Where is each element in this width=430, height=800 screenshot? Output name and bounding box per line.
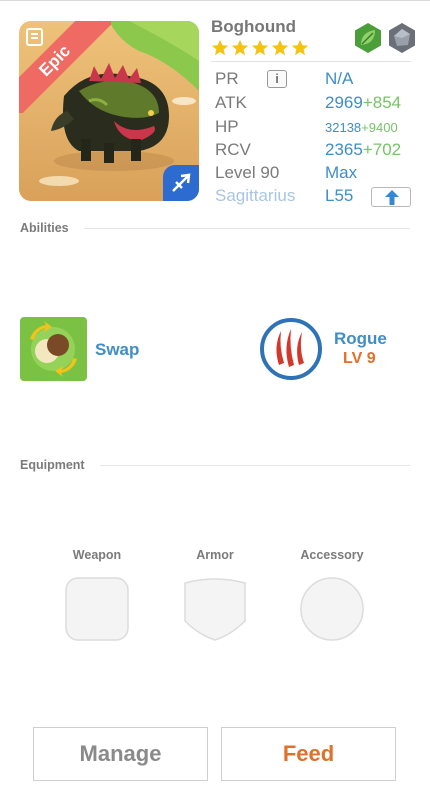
stat-value-atk: 2969+854	[325, 93, 401, 113]
stat-value-level: Max	[325, 163, 358, 182]
trait-button[interactable]	[259, 317, 323, 381]
stat-label-rcv: RCV	[215, 140, 251, 159]
star-icon	[291, 39, 309, 56]
stone-element-icon	[389, 23, 415, 53]
star-icon	[231, 39, 249, 56]
stat-row-level: Level 90 Max	[215, 163, 415, 186]
armor-slot-label: Armor	[196, 548, 234, 562]
zodiac-label[interactable]: Sagittarius	[215, 186, 295, 206]
rarity-badge: Epic	[19, 21, 111, 113]
stat-row-pr: PR i N/A	[215, 69, 415, 92]
weapon-slot-icon[interactable]	[65, 577, 129, 641]
manage-button[interactable]: Manage	[33, 727, 208, 781]
rcv-bonus: +702	[362, 140, 402, 159]
abilities-title: Abilities	[20, 221, 69, 235]
swap-icon	[20, 317, 87, 381]
weapon-slot-label: Weapon	[72, 548, 122, 562]
atk-base: 2969	[325, 93, 363, 112]
star-icon	[271, 39, 289, 56]
star-icon	[251, 39, 269, 56]
atk-bonus: +854	[362, 93, 402, 112]
stat-row-rcv: RCV 2365+702	[215, 140, 415, 163]
monster-name: Boghound	[211, 17, 296, 36]
up-arrow-icon	[385, 190, 399, 205]
stat-label-level: Level 90	[215, 163, 280, 182]
stat-label-atk: ATK	[215, 93, 247, 112]
equipment-divider	[100, 465, 410, 466]
armor-slot-icon[interactable]	[183, 577, 247, 641]
zodiac-upgrade-button[interactable]	[371, 187, 411, 207]
claw-icon	[260, 318, 322, 380]
stat-label-hp: HP	[215, 117, 239, 136]
abilities-divider	[84, 228, 410, 229]
equipment-title: Equipment	[20, 458, 85, 472]
accessory-slot-icon[interactable]	[300, 577, 364, 641]
hp-base: 32138	[325, 120, 362, 135]
leaf-element-icon	[355, 23, 381, 53]
star-rating	[211, 39, 309, 57]
stat-row-zodiac: Sagittarius L55	[215, 186, 415, 209]
stat-value-pr: N/A	[325, 69, 354, 88]
sagittarius-icon	[172, 173, 191, 192]
zodiac-level: L55	[325, 186, 354, 205]
info-button[interactable]: i	[267, 70, 287, 88]
accessory-slot-label: Accessory	[300, 548, 364, 562]
skill-name[interactable]: Swap	[95, 340, 139, 360]
stat-row-hp: HP 32138+9400	[215, 117, 415, 140]
stat-value-hp: 32138+9400	[325, 120, 398, 135]
trait-name[interactable]: Rogue	[334, 329, 387, 349]
skill-button[interactable]	[20, 317, 87, 381]
trait-level: LV 9	[343, 350, 376, 367]
stat-value-rcv: 2365+702	[325, 140, 401, 160]
monster-portrait[interactable]: Epic	[19, 21, 199, 201]
rcv-base: 2365	[325, 140, 363, 159]
hp-bonus: +9400	[361, 120, 398, 135]
stat-row-atk: ATK 2969+854	[215, 93, 415, 116]
rarity-label: Epic	[19, 21, 111, 113]
feed-button[interactable]: Feed	[221, 727, 396, 781]
header-divider	[211, 61, 411, 62]
element-badges	[352, 22, 418, 54]
zodiac-badge	[163, 165, 199, 201]
top-divider	[0, 0, 430, 1]
star-icon	[211, 39, 229, 56]
stat-label-pr: PR	[215, 69, 239, 88]
